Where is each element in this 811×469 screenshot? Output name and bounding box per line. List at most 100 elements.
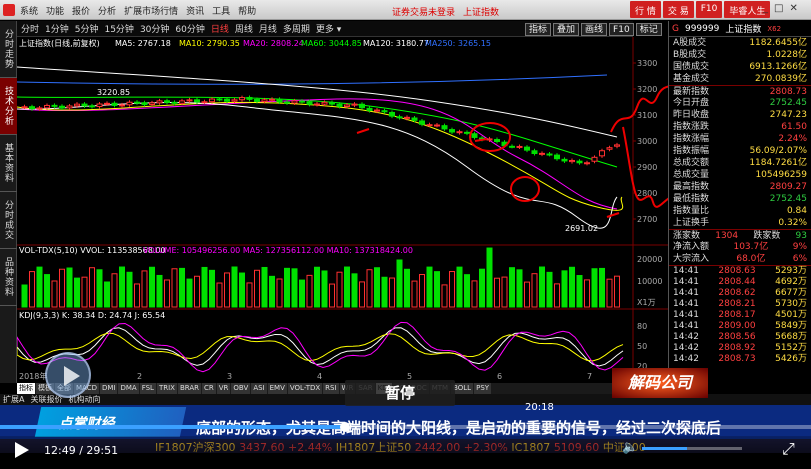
play-icon[interactable] (15, 442, 29, 458)
price-tick: 3000 (637, 137, 657, 146)
menu-item-analysis[interactable]: 分析 (98, 4, 116, 17)
kline-chart-area[interactable]: 上证指数(日线,前复权) MA5: 2767.18 MA10: 2790.35 MA2… (17, 37, 668, 383)
indicator-tab[interactable]: TRIX (156, 383, 177, 394)
indicator-tab[interactable]: OBV (231, 383, 251, 394)
indicator-tab[interactable]: RSI (323, 383, 339, 394)
tab-extension-a[interactable]: 扩展A (3, 394, 24, 405)
volume-bar (569, 266, 575, 308)
candle (336, 103, 343, 107)
menu-item-system[interactable]: 系统 (20, 4, 38, 17)
indicator-tab[interactable]: ASI (251, 383, 267, 394)
period-1[interactable]: 1分钟 (45, 22, 69, 35)
indicator-tab[interactable]: 指标 (17, 383, 35, 394)
indicator-tab[interactable]: EMV (267, 383, 287, 394)
volume-bar (314, 266, 320, 308)
period-2[interactable]: 5分钟 (75, 22, 99, 35)
draw-line-button[interactable]: 画线 (581, 23, 608, 36)
quote-value: 2809.27 (769, 182, 807, 192)
candle (516, 145, 523, 148)
f10-chart-button[interactable]: F10 (609, 23, 634, 36)
period-10[interactable]: 更多 ▾ (316, 22, 341, 35)
indicator-tab[interactable]: DMI (99, 383, 118, 394)
market-button[interactable]: 行 情 (630, 1, 661, 18)
period-8[interactable]: 月线 (259, 22, 277, 35)
volume-bar (464, 274, 470, 308)
tab-technical[interactable]: 技术分析 (0, 78, 17, 135)
menu-item-quote[interactable]: 报价 (72, 4, 90, 17)
menu-item-extended-market[interactable]: 扩展市场行情 (124, 4, 178, 17)
volume-bar (486, 247, 493, 308)
tick-t: 14:41 (673, 299, 699, 309)
indicator-tab[interactable]: CR (202, 383, 216, 394)
period-0[interactable]: 分时 (21, 22, 39, 35)
overlay-button[interactable]: 叠加 (553, 23, 580, 36)
quote-value: 270.0839亿 (755, 74, 807, 84)
tick-list[interactable]: 14:41 2808.63 5293万 14:41 2808.44 4692万 14:41 2… (669, 265, 811, 365)
tab-product-info[interactable]: 品种资料 (0, 249, 17, 306)
period-4[interactable]: 30分钟 (140, 22, 169, 35)
candle (119, 104, 125, 107)
volume-slider[interactable] (642, 447, 742, 450)
close-icon[interactable]: ✕ (789, 3, 797, 14)
tick-v: 5293万 (775, 266, 807, 276)
period-5[interactable]: 60分钟 (175, 22, 204, 35)
volume-bar (209, 269, 215, 308)
indicator-tab[interactable]: FSL (139, 383, 156, 394)
volume-bar (81, 276, 88, 308)
candle (216, 98, 223, 101)
quote-row: 指数振幅 56.09/2.07% (669, 145, 811, 157)
center-play-icon[interactable] (45, 352, 91, 398)
indicator-tab[interactable]: DMA (118, 383, 139, 394)
tick-t: 14:42 (673, 343, 699, 353)
ma-label: MA60: 3044.85 (301, 39, 362, 48)
volume-bar (554, 283, 560, 308)
minimize-icon[interactable]: _ (763, 3, 768, 14)
indicator-tab[interactable]: BRAR (177, 383, 201, 394)
kline-chart[interactable]: 上证指数(日线,前复权) MA5: 2767.18 MA10: 2790.35 MA2… (17, 37, 668, 383)
tab-trades[interactable]: 分时成交 (0, 192, 17, 249)
f10-button[interactable]: F10 (695, 1, 723, 18)
tick-row: 14:42 2808.73 5426万 (669, 354, 811, 365)
candle (231, 99, 238, 102)
candle (471, 133, 478, 138)
volume-bar (614, 275, 620, 308)
progress-handle[interactable] (340, 422, 350, 432)
period-6[interactable]: 日线 (211, 22, 229, 35)
tick-p: 2808.44 (718, 277, 756, 287)
period-9[interactable]: 多周期 (283, 22, 310, 35)
quote-value: 2747.23 (769, 110, 807, 120)
trade-button[interactable]: 交 易 (662, 1, 694, 18)
indicator-button[interactable]: 指标 (525, 23, 552, 36)
maximize-icon[interactable]: □ (774, 3, 783, 14)
period-3[interactable]: 15分钟 (104, 22, 133, 35)
indicator-tab[interactable]: VR (216, 383, 231, 394)
fullscreen-icon[interactable]: ⤢ (782, 439, 795, 459)
price-tick: 3100 (637, 111, 657, 120)
menu-item-help[interactable]: 帮助 (238, 4, 256, 17)
quote-badge: X62 (767, 24, 782, 33)
video-progress-bar[interactable] (0, 422, 811, 432)
indicator-tab[interactable]: VOL-TDX (287, 383, 323, 394)
candle (246, 96, 253, 100)
volume-bar (216, 282, 223, 308)
menu-item-news[interactable]: 资讯 (186, 4, 204, 17)
up-count: 1304 (715, 231, 739, 241)
candle (599, 150, 605, 157)
tab-intraday[interactable]: 分时走势 (0, 21, 17, 78)
volume-bar (66, 267, 73, 308)
volume-bar (374, 267, 380, 308)
candle (171, 101, 178, 104)
tab-basic-info[interactable]: 基本资料 (0, 135, 17, 192)
menu-item-function[interactable]: 功能 (46, 4, 64, 17)
volume-icon[interactable]: 🔈 (622, 440, 638, 455)
volume-bar (516, 269, 523, 308)
menu-item-tools[interactable]: 工具 (212, 4, 230, 17)
period-7[interactable]: 周线 (235, 22, 253, 35)
indicator-tab[interactable]: PSY (474, 383, 492, 394)
quote-row: 总成交量 105496259 (669, 169, 811, 181)
chart-toolbar: 指标 叠加 画线 F10 标记 (525, 23, 662, 36)
login-status[interactable]: 证券交易未登录 (392, 5, 455, 18)
candle (36, 107, 43, 110)
mark-button[interactable]: 标记 (635, 23, 662, 36)
flow-p: 9% (792, 242, 807, 252)
